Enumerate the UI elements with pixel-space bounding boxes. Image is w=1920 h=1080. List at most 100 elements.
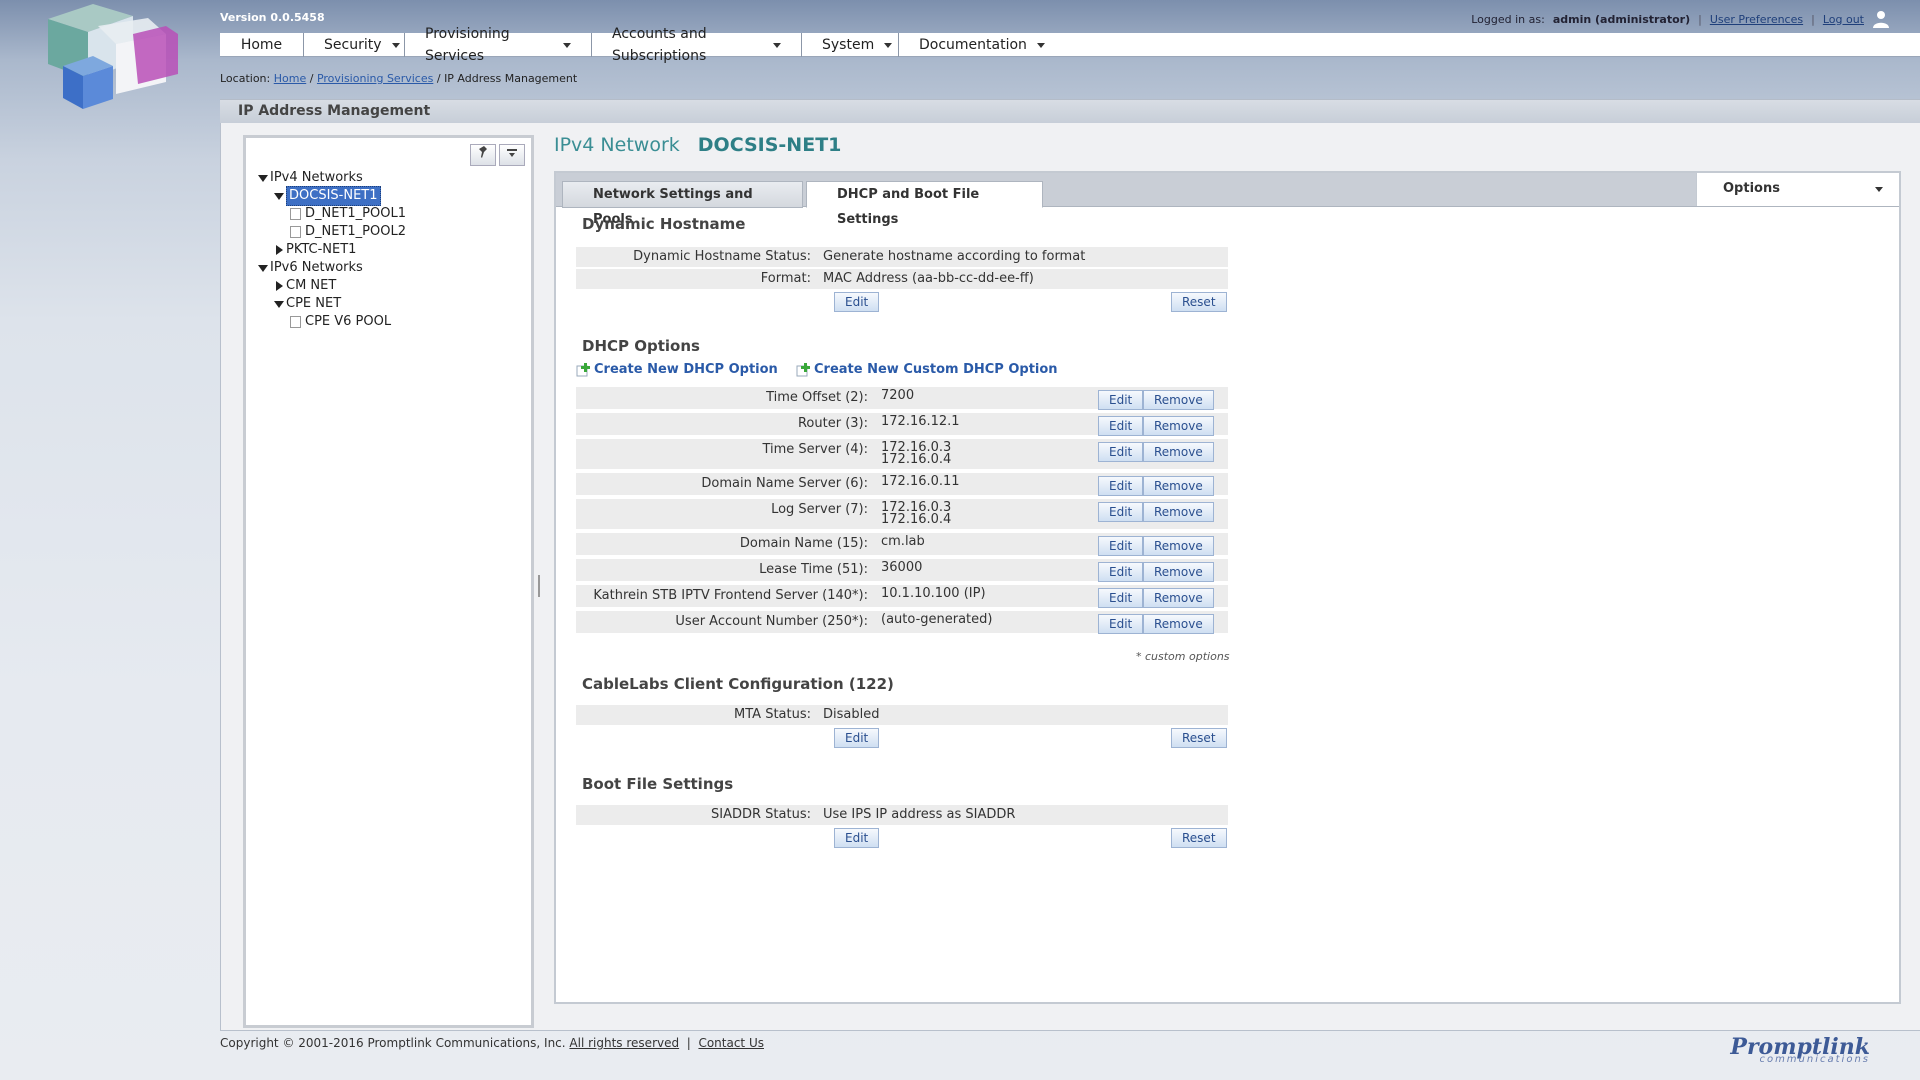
logout-link[interactable]: Log out — [1823, 13, 1864, 26]
breadcrumb-home[interactable]: Home — [274, 72, 306, 85]
nav-accounts[interactable]: Accounts and Subscriptions — [592, 26, 802, 64]
tab-dhcp-boot[interactable]: DHCP and Boot File Settings — [806, 181, 1043, 227]
logged-in-prefix: Logged in as: — [1471, 12, 1545, 26]
nav-home[interactable]: Home — [220, 33, 304, 57]
cablelabs-edit-button[interactable]: Edit — [834, 728, 880, 748]
contact-us-link[interactable]: Contact Us — [698, 1036, 764, 1050]
row-label: SIADDR Status: — [711, 807, 811, 822]
tree-node-cpe-net[interactable]: CPE NET — [256, 295, 406, 313]
option-remove-button[interactable]: Remove — [1143, 476, 1214, 496]
option-label: Log Server (7): — [771, 502, 868, 517]
splitter-grip[interactable] — [538, 575, 540, 597]
options-dropdown[interactable]: Options — [1696, 173, 1899, 206]
option-remove-button[interactable]: Remove — [1143, 614, 1214, 634]
create-dhcp-option-link[interactable]: Create New DHCP Option — [576, 362, 778, 377]
nav-provisioning[interactable]: Provisioning Services — [405, 26, 592, 64]
dhcp-option-row: Domain Name (15): cm.lab Edit Remove — [576, 533, 1228, 556]
option-label: Lease Time (51): — [759, 562, 868, 577]
create-custom-link-label: Create New Custom DHCP Option — [814, 362, 1058, 377]
option-label: Domain Name (15): — [739, 536, 868, 551]
option-edit-button[interactable]: Edit — [1098, 390, 1144, 410]
tree-node-ipv6-networks[interactable]: IPv6 Networks — [256, 259, 406, 277]
custom-options-note: * custom options — [1136, 650, 1230, 663]
option-remove-button[interactable]: Remove — [1143, 442, 1214, 462]
chevron-down-icon — [1875, 187, 1883, 192]
option-remove-button[interactable]: Remove — [1143, 416, 1214, 436]
collapse-all-button[interactable] — [499, 144, 525, 166]
nav-security[interactable]: Security — [304, 33, 405, 57]
option-value: 172.16.12.1 — [881, 414, 960, 429]
nav-system[interactable]: System — [802, 33, 899, 57]
nav-accounts-label: Accounts and Subscriptions — [612, 26, 707, 64]
tree-node-cpe-v6-pool[interactable]: CPE V6 POOL — [256, 313, 406, 331]
cablelabs-reset-button[interactable]: Reset — [1171, 728, 1227, 748]
mta-status-row: MTA Status: Disabled — [576, 705, 1228, 725]
tree-label: IPv4 Networks — [270, 170, 363, 185]
collapsed-arrow-icon[interactable] — [275, 245, 283, 255]
hostname-edit-button[interactable]: Edit — [834, 292, 880, 312]
expanded-arrow-icon[interactable] — [258, 174, 268, 182]
user-bar: Logged in as: admin (administrator) | Us… — [1471, 10, 1890, 28]
tree-node-docsis-net1[interactable]: DOCSIS-NET1 — [256, 186, 406, 206]
tree-node-pool1[interactable]: D_NET1_POOL1 — [256, 205, 406, 223]
pool-icon — [290, 316, 301, 328]
options-label: Options — [1723, 181, 1780, 196]
option-edit-button[interactable]: Edit — [1098, 588, 1144, 608]
tree-node-cm-net[interactable]: CM NET — [256, 277, 406, 295]
user-icon — [1873, 11, 1889, 28]
expanded-arrow-icon[interactable] — [274, 300, 284, 308]
option-edit-button[interactable]: Edit — [1098, 562, 1144, 582]
option-value: cm.lab — [881, 534, 925, 549]
option-remove-button[interactable]: Remove — [1143, 536, 1214, 556]
network-type: IPv4 Network — [554, 134, 680, 156]
add-icon — [796, 362, 810, 376]
boot-edit-button[interactable]: Edit — [834, 828, 880, 848]
option-value: 172.16.0.3 172.16.0.4 — [881, 441, 951, 466]
option-edit-button[interactable]: Edit — [1098, 476, 1144, 496]
option-label: Domain Name Server (6): — [701, 476, 868, 491]
version-label: Version 0.0.5458 — [220, 11, 325, 24]
create-custom-dhcp-option-link[interactable]: Create New Custom DHCP Option — [796, 362, 1058, 377]
breadcrumb-provisioning[interactable]: Provisioning Services — [317, 72, 433, 85]
content-box: Network Settings and Pools DHCP and Boot… — [554, 171, 1901, 1004]
option-remove-button[interactable]: Remove — [1143, 562, 1214, 582]
panel-splitter[interactable] — [534, 135, 544, 1028]
dhcp-option-row: User Account Number (250*): (auto-genera… — [576, 611, 1228, 634]
option-edit-button[interactable]: Edit — [1098, 442, 1144, 462]
option-remove-button[interactable]: Remove — [1143, 390, 1214, 410]
user-preferences-link[interactable]: User Preferences — [1710, 13, 1803, 26]
pin-tool-button[interactable] — [470, 144, 496, 166]
hostname-reset-button[interactable]: Reset — [1171, 292, 1227, 312]
row-label: Format: — [760, 271, 811, 286]
option-remove-button[interactable]: Remove — [1143, 502, 1214, 522]
row-label: MTA Status: — [734, 707, 811, 722]
expanded-arrow-icon[interactable] — [258, 264, 268, 272]
tab-network-settings[interactable]: Network Settings and Pools — [562, 181, 803, 227]
tree-label: D_NET1_POOL1 — [305, 206, 406, 221]
all-rights-link[interactable]: All rights reserved — [569, 1036, 679, 1050]
nav-documentation-label: Documentation — [919, 37, 1027, 53]
tree-label: CM NET — [286, 278, 337, 293]
network-tree: IPv4 Networks DOCSIS-NET1 D_NET1_POOL1 D… — [256, 169, 406, 331]
tree-node-ipv4-networks[interactable]: IPv4 Networks — [256, 169, 406, 187]
chevron-down-icon — [1036, 42, 1045, 48]
option-edit-button[interactable]: Edit — [1098, 502, 1144, 522]
option-remove-button[interactable]: Remove — [1143, 588, 1214, 608]
option-edit-button[interactable]: Edit — [1098, 536, 1144, 556]
chevron-down-icon — [884, 42, 893, 48]
boot-reset-button[interactable]: Reset — [1171, 828, 1227, 848]
add-icon — [576, 362, 590, 376]
row-value: MAC Address (aa-bb-cc-dd-ee-ff) — [823, 271, 1034, 286]
tree-node-pktc-net1[interactable]: PKTC-NET1 — [256, 241, 406, 259]
tree-label: CPE V6 POOL — [305, 314, 392, 329]
row-value: Disabled — [823, 707, 880, 722]
expanded-arrow-icon[interactable] — [274, 192, 284, 200]
separator: | — [1811, 12, 1815, 26]
collapsed-arrow-icon[interactable] — [275, 281, 283, 291]
nav-documentation[interactable]: Documentation — [899, 33, 1045, 57]
tree-node-pool2[interactable]: D_NET1_POOL2 — [256, 223, 406, 241]
option-value: 172.16.0.3 172.16.0.4 — [881, 501, 951, 526]
breadcrumb: Location: Home / Provisioning Services /… — [220, 72, 577, 85]
option-edit-button[interactable]: Edit — [1098, 614, 1144, 634]
option-edit-button[interactable]: Edit — [1098, 416, 1144, 436]
